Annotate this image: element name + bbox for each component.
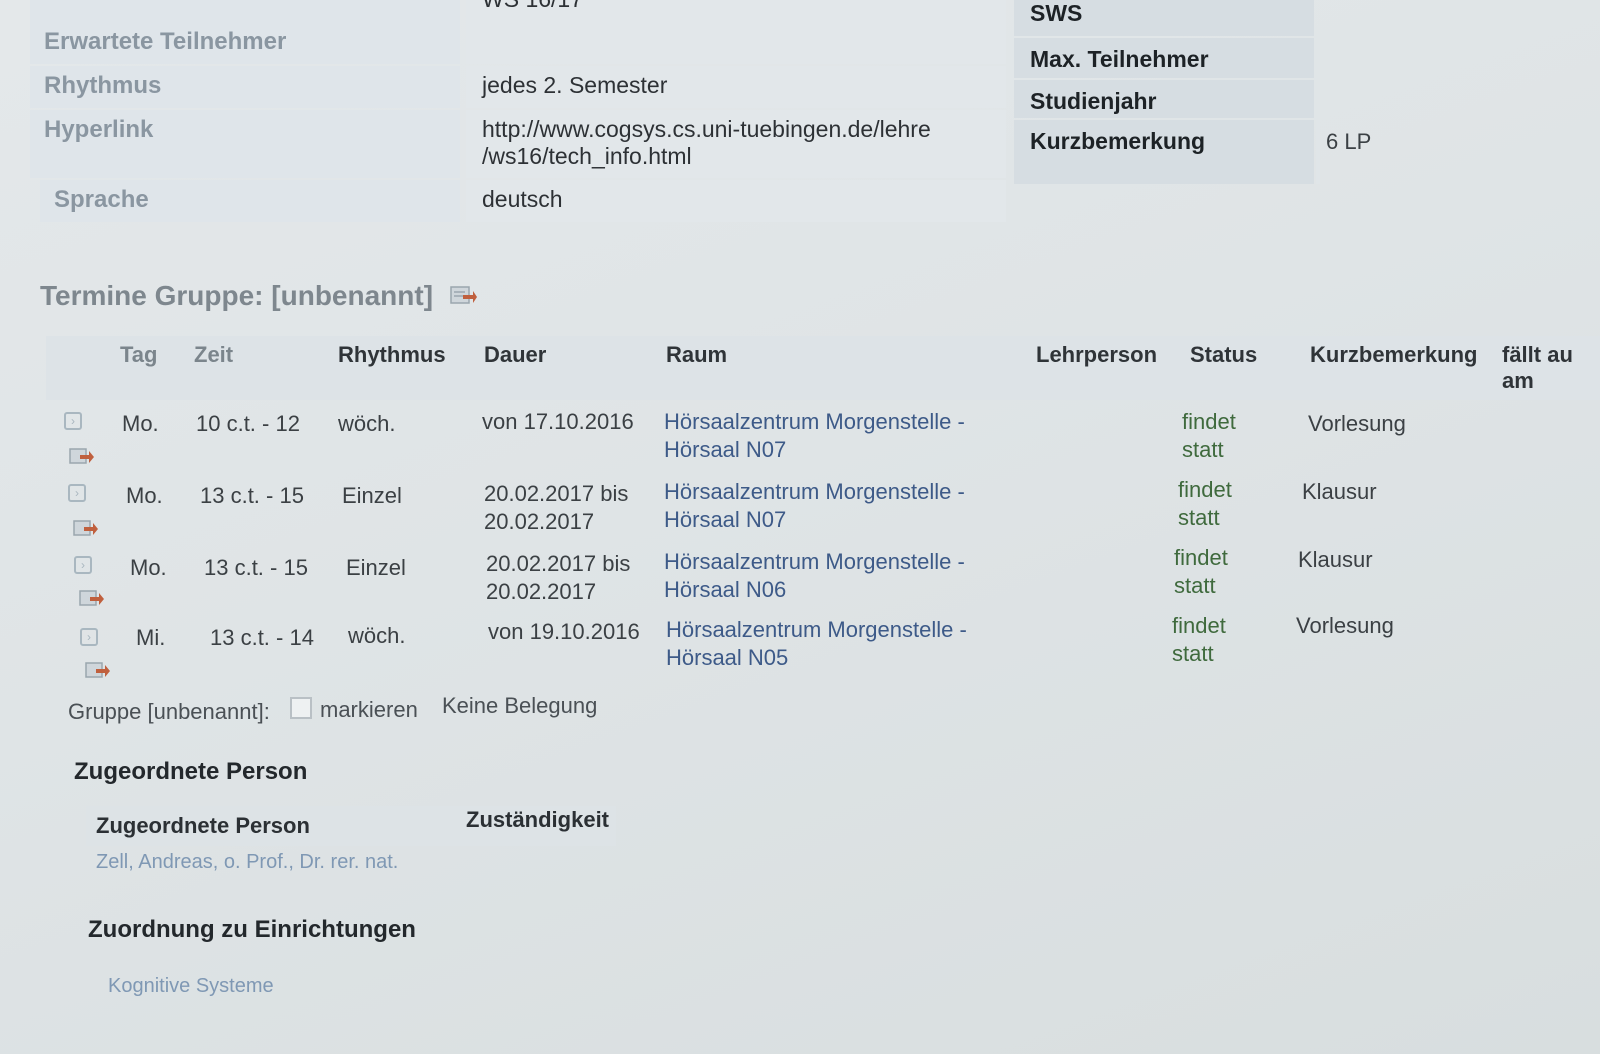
col-header-faellt-aus: fällt au am <box>1502 342 1573 393</box>
markieren-checkbox[interactable] <box>290 697 312 719</box>
info-value-kurzbemerkung-text: 6 LP <box>1326 129 1372 154</box>
cell-kurzbemerkung: Klausur <box>1298 547 1373 572</box>
cell-raum-link[interactable]: Hörsaalzentrum Morgenstelle - Hörsaal N07 <box>664 408 965 464</box>
markieren-label[interactable]: markieren <box>320 696 418 724</box>
table-row: › Mo. 13 c.t. - 15 Einzel 20.02.2017 bis… <box>46 544 1600 612</box>
col-header-lehrperson: Lehrperson <box>1036 342 1158 367</box>
cell-kurzbemerkung: Vorlesung <box>1308 411 1406 436</box>
info-value-erwartete <box>466 22 1006 64</box>
info-label-erwartete: Erwartete Teilnehmer <box>30 22 460 64</box>
info-value-rhythmus: jedes 2. Semester <box>466 66 1006 108</box>
hyperlink-line1[interactable]: http://www.cogsys.cs.uni-tuebingen.de/le… <box>482 116 990 143</box>
expand-icon[interactable]: › <box>68 484 86 502</box>
termine-title-row: Termine Gruppe: [unbenannt] <box>40 280 477 316</box>
cell-rhythmus: wöch. <box>348 623 406 648</box>
col-header-kurzbemerkung: Kurzbemerkung <box>1310 342 1478 367</box>
hyperlink-line2[interactable]: /ws16/tech_info.html <box>482 143 990 170</box>
info-label-max-teilnehmer: Max. Teilnehmer <box>1014 38 1314 78</box>
cell-dauer: von 19.10.2016 <box>488 619 640 644</box>
person-link[interactable]: Zell, Andreas, o. Prof., Dr. rer. nat. <box>96 848 398 876</box>
col-header-status: Status <box>1190 342 1258 367</box>
table-row: › Mo. 13 c.t. - 15 Einzel 20.02.2017 bis… <box>46 474 1600 542</box>
col-header-zustaendigkeit: Zuständigkeit <box>466 807 610 832</box>
info-label-kurzbemerkung: Kurzbemerkung <box>1014 120 1314 184</box>
cell-kurzbemerkung: Vorlesung <box>1296 613 1394 638</box>
cell-dauer: von 17.10.2016 <box>482 409 634 434</box>
info-value-kurzbemerkung <box>1316 120 1320 184</box>
info-label-hyperlink: Hyperlink <box>30 110 460 178</box>
col-header-person: Zugeordnete Person <box>96 813 310 838</box>
expand-icon[interactable]: › <box>64 412 82 430</box>
cell-dauer: 20.02.2017 bis 20.02.2017 <box>484 481 629 534</box>
cell-tag: Mo. <box>122 411 159 436</box>
info-label-sws: SWS <box>1014 0 1314 36</box>
table-row: › Mo. 10 c.t. - 12 wöch. von 17.10.2016 … <box>46 404 1600 472</box>
info-label-studienjahr: Studienjahr <box>1014 80 1314 118</box>
col-header-zeit: Zeit <box>194 342 234 367</box>
cell-raum-link[interactable]: Hörsaalzentrum Morgenstelle - Hörsaal N05 <box>666 616 967 672</box>
cell-zeit: 13 c.t. - 15 <box>200 483 304 508</box>
col-header-tag: Tag <box>120 342 158 367</box>
einrichtungen-title: Zuordnung zu Einrichtungen <box>88 916 416 943</box>
col-header-rhythmus: Rhythmus <box>338 342 446 367</box>
plan-icon[interactable] <box>68 446 94 468</box>
cell-tag: Mo. <box>130 555 167 580</box>
cell-tag: Mi. <box>136 625 166 650</box>
cell-rhythmus: Einzel <box>346 555 406 580</box>
cell-status: findet statt <box>1172 613 1226 666</box>
plan-icon[interactable] <box>72 518 98 540</box>
expand-icon[interactable]: › <box>80 628 98 646</box>
plan-icon[interactable] <box>78 588 104 610</box>
cell-rhythmus: wöch. <box>338 411 396 436</box>
cell-zeit: 13 c.t. - 14 <box>210 625 314 650</box>
table-row: › Mi. 13 c.t. - 14 wöch. von 19.10.2016 … <box>46 613 1600 686</box>
cell-zeit: 10 c.t. - 12 <box>196 411 300 436</box>
group-label: Gruppe [unbenannt]: <box>68 699 270 724</box>
info-label-rhythmus: Rhythmus <box>30 66 460 108</box>
info-value-semester: WS 16/17 <box>466 0 1006 22</box>
info-table: WS 16/17 Erwartete Teilnehmer Rhythmus j… <box>30 0 1320 228</box>
cell-status: findet statt <box>1178 477 1232 530</box>
info-value-sprache: deutsch <box>466 180 1006 222</box>
cell-tag: Mo. <box>126 483 163 508</box>
cell-status: findet statt <box>1182 409 1236 462</box>
info-value-hyperlink[interactable]: http://www.cogsys.cs.uni-tuebingen.de/le… <box>466 110 1006 178</box>
col-header-dauer: Dauer <box>484 342 547 367</box>
keine-belegung-label: Keine Belegung <box>442 693 598 718</box>
info-label-semester-cut <box>30 0 460 22</box>
plan-icon[interactable] <box>84 660 110 682</box>
cell-dauer: 20.02.2017 bis 20.02.2017 <box>486 551 631 604</box>
cell-rhythmus: Einzel <box>342 483 402 508</box>
einrichtung-link[interactable]: Kognitive Systeme <box>108 972 274 1000</box>
info-label-sprache: Sprache <box>40 180 460 222</box>
expand-icon[interactable]: › <box>74 556 92 574</box>
cell-status: findet statt <box>1174 545 1228 598</box>
termine-title: Termine Gruppe: [unbenannt] <box>40 280 434 311</box>
cell-raum-link[interactable]: Hörsaalzentrum Morgenstelle - Hörsaal N06 <box>664 548 965 604</box>
plan-icon[interactable] <box>449 283 477 307</box>
col-header-raum: Raum <box>666 342 728 367</box>
personen-title: Zugeordnete Person <box>74 758 308 785</box>
cell-zeit: 13 c.t. - 15 <box>204 555 308 580</box>
cell-raum-link[interactable]: Hörsaalzentrum Morgenstelle - Hörsaal N07 <box>664 478 965 534</box>
cell-kurzbemerkung: Klausur <box>1302 479 1377 504</box>
